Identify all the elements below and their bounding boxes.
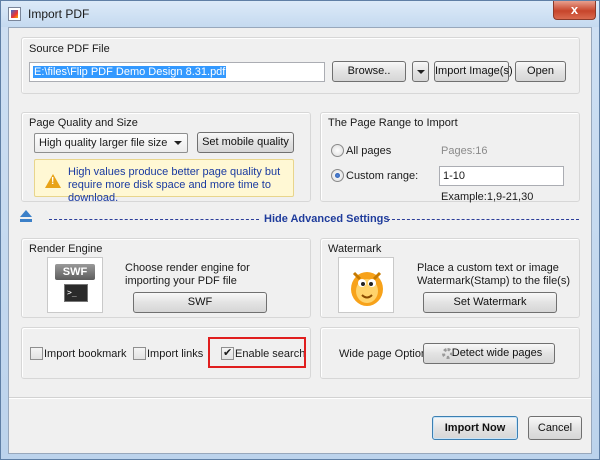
hide-advanced-settings-link[interactable]: Hide Advanced Settings: [264, 213, 390, 225]
cancel-button[interactable]: Cancel: [528, 416, 582, 440]
set-watermark-button[interactable]: Set Watermark: [423, 292, 557, 313]
watermark-panel: Watermark Place a custom text or image W…: [320, 238, 580, 318]
set-mobile-quality-label: Set mobile quality: [202, 136, 289, 148]
pages-count: Pages:16: [441, 145, 488, 157]
advanced-divider-left: [49, 219, 259, 220]
title-bar[interactable]: Import PDF x: [1, 1, 599, 27]
custom-range-radio[interactable]: [331, 169, 344, 182]
source-pdf-panel: Source PDF File E:\files\Flip PDF Demo D…: [21, 37, 580, 94]
source-pdf-label: Source PDF File: [29, 43, 110, 55]
enable-search-highlight: [208, 337, 306, 368]
import-images-label: Import Image(s): [435, 65, 513, 77]
swf-button-label: SWF: [187, 296, 213, 308]
page-range-panel: The Page Range to Import All pages Pages…: [320, 112, 580, 203]
open-button[interactable]: Open: [515, 61, 566, 82]
watermark-description: Place a custom text or image Watermark(S…: [417, 262, 571, 287]
window-title: Import PDF: [28, 7, 90, 21]
wide-page-panel: Wide page Option Detect wide pages: [320, 327, 580, 379]
advanced-divider-right: [387, 219, 579, 220]
cancel-label: Cancel: [537, 422, 573, 434]
quality-selected-value: High quality larger file size: [39, 137, 168, 149]
import-links-checkbox[interactable]: [133, 347, 146, 360]
watermark-tile: [338, 257, 394, 313]
open-label: Open: [527, 65, 554, 77]
gear-icon: [442, 348, 453, 359]
dialog-body: Source PDF File E:\files\Flip PDF Demo D…: [8, 27, 592, 454]
detect-wide-pages-label: Detect wide pages: [451, 347, 543, 359]
watermark-label: Watermark: [328, 243, 382, 255]
swf-badge: SWF: [55, 264, 95, 280]
import-images-button[interactable]: Import Image(s): [434, 61, 513, 82]
custom-range-label[interactable]: Custom range:: [346, 170, 418, 182]
quality-select[interactable]: High quality larger file size: [34, 133, 188, 153]
import-now-button[interactable]: Import Now: [432, 416, 518, 440]
render-engine-panel: Render Engine SWF >_ Choose render engin…: [21, 238, 311, 318]
browse-button[interactable]: Browse..: [332, 61, 406, 82]
source-file-path: E:\files\Flip PDF Demo Design 8.31.pdf: [33, 66, 227, 78]
import-links-label[interactable]: Import links: [147, 348, 203, 360]
terminal-icon: >_: [64, 284, 88, 302]
dropdown-arrow-icon: [417, 70, 425, 74]
close-button[interactable]: x: [553, 1, 596, 20]
page-range-label: The Page Range to Import: [328, 117, 458, 129]
swf-badge-text: SWF: [62, 266, 88, 278]
page-quality-panel: Page Quality and Size High quality large…: [21, 112, 311, 204]
set-mobile-quality-button[interactable]: Set mobile quality: [197, 132, 294, 153]
all-pages-radio[interactable]: [331, 144, 344, 157]
import-now-label: Import Now: [444, 422, 506, 434]
import-pdf-window: Import PDF x Source PDF File E:\files\Fl…: [0, 0, 600, 460]
import-bookmark-label[interactable]: Import bookmark: [44, 348, 127, 360]
set-watermark-label: Set Watermark: [453, 296, 527, 308]
quality-note: High values produce better page quality …: [34, 159, 294, 204]
source-file-input[interactable]: E:\files\Flip PDF Demo Design 8.31.pdf: [29, 62, 325, 82]
quality-note-text: High values produce better page quality …: [68, 166, 281, 204]
all-pages-label[interactable]: All pages: [346, 145, 391, 157]
custom-range-input[interactable]: 1-10: [439, 166, 564, 186]
footer-separator: [9, 397, 591, 398]
wide-page-label: Wide page Option: [339, 348, 428, 360]
render-engine-description: Choose render engine for importing your …: [125, 262, 250, 287]
browse-label: Browse..: [347, 65, 391, 77]
render-engine-label: Render Engine: [29, 243, 103, 255]
gimp-mascot-icon: [351, 271, 383, 306]
app-icon: [8, 7, 21, 21]
warning-icon: [45, 174, 61, 188]
import-bookmark-checkbox[interactable]: [30, 347, 43, 360]
detect-wide-pages-button[interactable]: Detect wide pages: [423, 343, 555, 364]
eject-icon[interactable]: [19, 210, 33, 226]
swf-engine-tile: SWF >_: [47, 257, 103, 313]
browse-dropdown-button[interactable]: [412, 61, 429, 82]
page-quality-label: Page Quality and Size: [29, 117, 138, 129]
custom-range-value: 1-10: [443, 170, 466, 182]
chevron-down-icon: [174, 141, 182, 145]
range-example: Example:1,9-21,30: [441, 191, 534, 203]
swf-button[interactable]: SWF: [133, 292, 267, 313]
